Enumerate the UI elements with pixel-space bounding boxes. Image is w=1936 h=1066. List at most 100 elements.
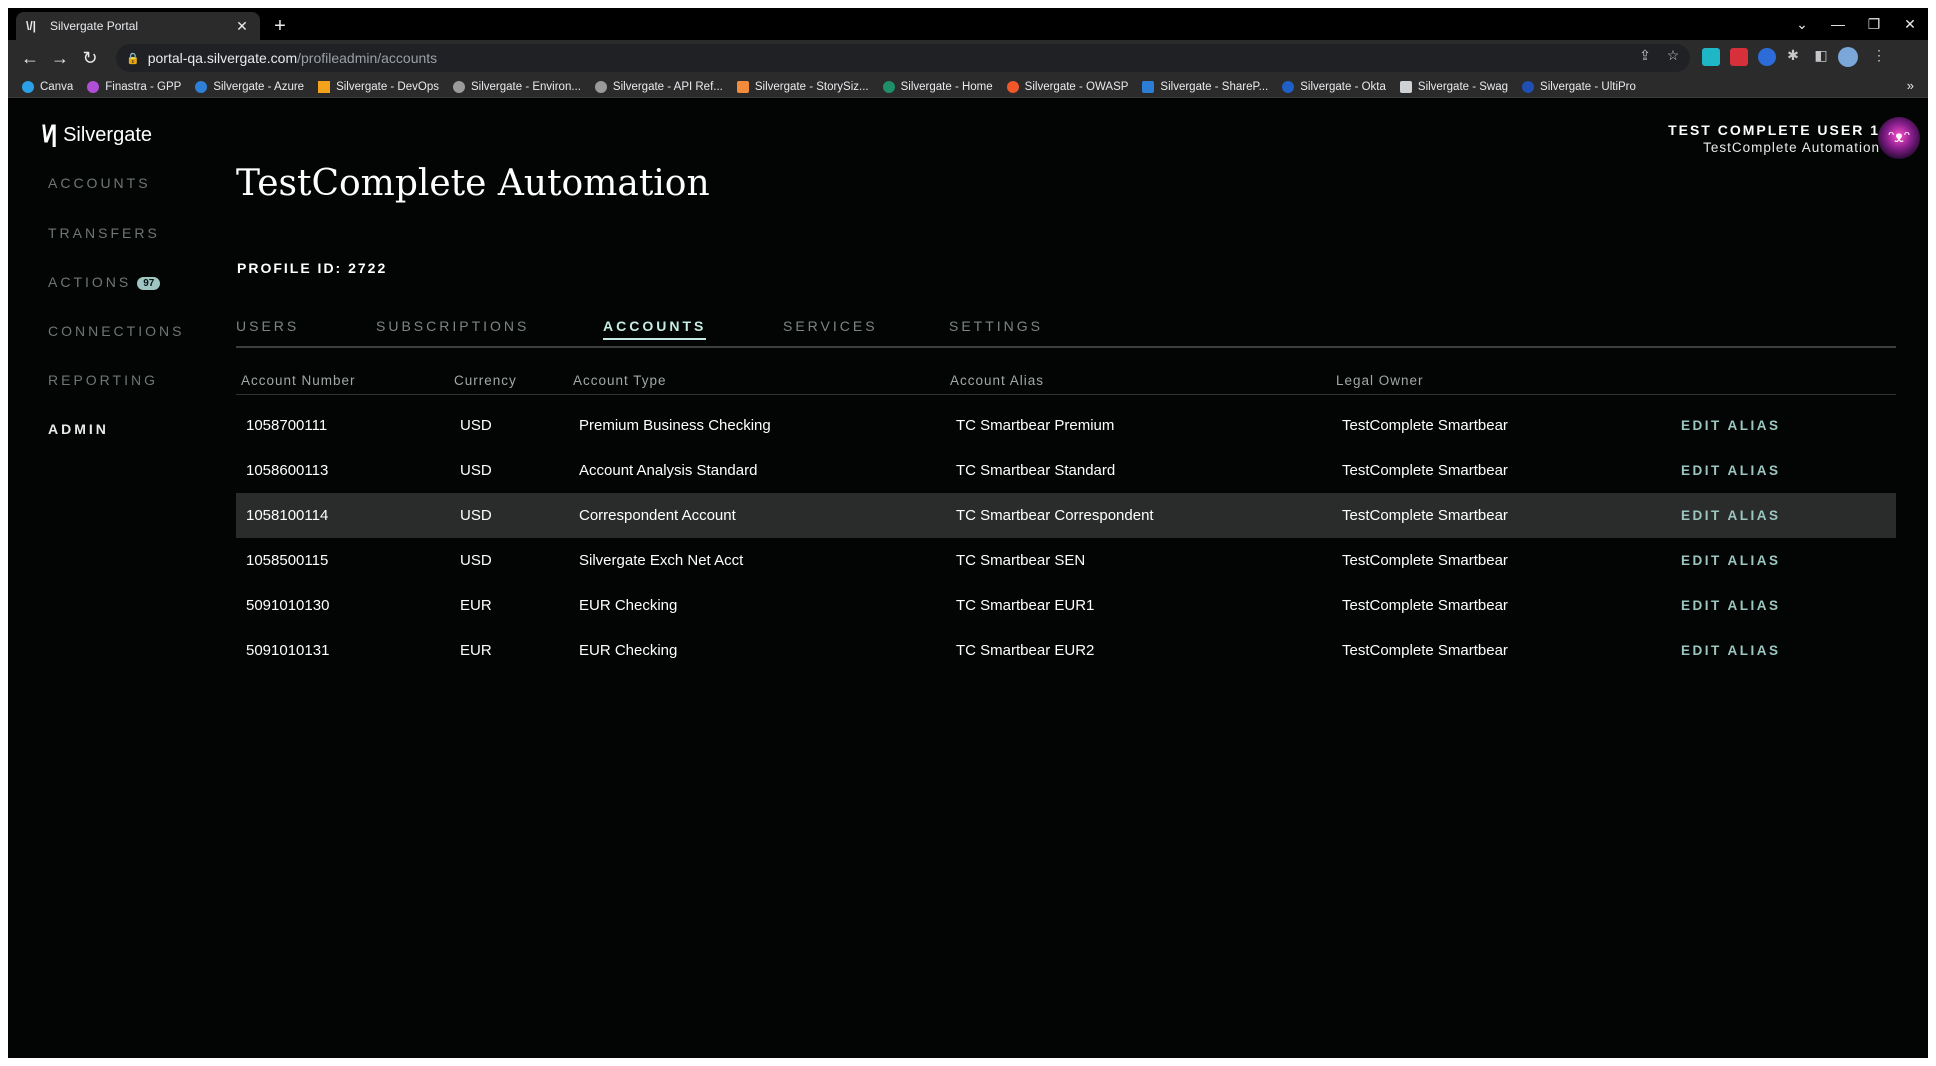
table-row[interactable]: 5091010131 EUR EUR Checking TC Smartbear… <box>236 628 1896 673</box>
back-button[interactable]: ← <box>18 46 42 70</box>
bookmark-item[interactable]: Silvergate - Azure <box>195 80 304 93</box>
table-row[interactable]: 5091010130 EUR EUR Checking TC Smartbear… <box>236 583 1896 628</box>
restore-button[interactable]: ❐ <box>1856 12 1892 36</box>
portal-page: \/| Silvergate ACCOUNTS TRANSFERS ACTION… <box>8 99 1928 1066</box>
account-type: EUR Checking <box>579 642 678 659</box>
bookmark-item[interactable]: Silvergate - StorySiz... <box>736 80 869 93</box>
bookmark-item[interactable]: Silvergate - Home <box>882 80 993 93</box>
tab-settings[interactable]: SETTINGS <box>949 318 1043 338</box>
minimize-button[interactable]: — <box>1820 12 1856 36</box>
currency: USD <box>460 417 492 434</box>
edit-alias-button[interactable]: EDIT ALIAS <box>1681 508 1781 523</box>
header-account-number[interactable]: Account Number <box>241 373 356 388</box>
bookmarks-bar: Canva Finastra - GPP Silvergate - Azure … <box>8 76 1928 98</box>
tab-strip: \/| Silvergate Portal ✕ + ⌄ — ❐ ✕ <box>8 8 1928 40</box>
bookmark-favicon-icon <box>22 80 34 93</box>
table-row[interactable]: 1058600113 USD Account Analysis Standard… <box>236 448 1896 493</box>
taskbar-edge <box>0 1058 1936 1066</box>
account-type: EUR Checking <box>579 597 678 614</box>
tab-services[interactable]: SERVICES <box>783 318 878 338</box>
legal-owner: TestComplete Smartbear <box>1342 462 1508 479</box>
legal-owner: TestComplete Smartbear <box>1342 417 1508 434</box>
user-menu[interactable]: TEST COMPLETE USER 1 TestComplete Automa… <box>1668 122 1880 155</box>
extension-icon[interactable] <box>1758 48 1776 66</box>
extensions-puzzle-icon[interactable]: ✱ <box>1784 46 1802 64</box>
bookmark-favicon-icon <box>195 80 208 93</box>
bookmark-favicon-icon <box>452 80 465 93</box>
bookmark-star-icon[interactable]: ☆ <box>1664 46 1682 64</box>
bookmark-item[interactable]: Finastra - GPP <box>87 80 181 93</box>
header-legal-owner[interactable]: Legal Owner <box>1336 373 1424 388</box>
nav-connections[interactable]: CONNECTIONS <box>48 323 184 339</box>
tab-subscriptions[interactable]: SUBSCRIPTIONS <box>376 318 529 338</box>
url-path: /profileadmin/accounts <box>297 50 438 66</box>
nav-reporting[interactable]: REPORTING <box>48 372 158 388</box>
avatar-image-icon: ᵔᴥᵔ <box>1888 129 1910 146</box>
bookmark-favicon-icon <box>736 80 749 93</box>
bookmark-item[interactable]: Canva <box>22 80 73 93</box>
nav-accounts[interactable]: ACCOUNTS <box>48 175 151 191</box>
table-header: Account Number Currency Account Type Acc… <box>236 367 1896 395</box>
forward-button[interactable]: → <box>48 46 72 70</box>
menu-kebab-icon[interactable]: ⋮ <box>1870 46 1888 64</box>
edit-alias-button[interactable]: EDIT ALIAS <box>1681 598 1781 613</box>
table-row[interactable]: 1058500115 USD Silvergate Exch Net Acct … <box>236 538 1896 583</box>
bookmark-item[interactable]: Silvergate - Environ... <box>452 80 581 93</box>
account-alias: TC Smartbear SEN <box>956 552 1086 569</box>
bookmark-item[interactable]: Silvergate - API Ref... <box>594 80 723 93</box>
tab-accounts[interactable]: ACCOUNTS <box>603 318 707 340</box>
bookmark-item[interactable]: Silvergate - OWASP <box>1006 80 1128 93</box>
nav-actions-label: ACTIONS <box>48 274 132 290</box>
currency: USD <box>460 507 492 524</box>
extension-icon[interactable] <box>1702 48 1720 66</box>
account-alias: TC Smartbear EUR2 <box>956 642 1095 659</box>
bookmark-item[interactable]: Silvergate - ShareP... <box>1142 80 1268 93</box>
tab-search-icon[interactable]: ⌄ <box>1784 12 1820 36</box>
nav-actions[interactable]: ACTIONS 97 <box>48 274 161 290</box>
account-alias: TC Smartbear Correspondent <box>956 507 1154 524</box>
header-currency[interactable]: Currency <box>454 373 517 388</box>
edit-alias-button[interactable]: EDIT ALIAS <box>1681 643 1781 658</box>
account-number: 1058100114 <box>246 507 329 524</box>
profile-tabs: USERS SUBSCRIPTIONS ACCOUNTS SERVICES SE… <box>236 318 1896 348</box>
browser-tab[interactable]: \/| Silvergate Portal ✕ <box>16 12 260 40</box>
bookmark-favicon-icon <box>594 80 607 93</box>
table-row[interactable]: 1058700111 USD Premium Business Checking… <box>236 403 1896 448</box>
reload-button[interactable]: ↻ <box>78 46 102 70</box>
profile-avatar-icon[interactable] <box>1838 47 1858 67</box>
bookmarks-overflow-button[interactable]: » <box>1907 78 1914 93</box>
address-bar[interactable]: 🔒 portal-qa.silvergate.com /profileadmin… <box>116 44 1690 72</box>
tab-users[interactable]: USERS <box>236 318 299 338</box>
new-tab-button[interactable]: + <box>268 14 292 38</box>
side-panel-icon[interactable]: ◧ <box>1812 46 1830 64</box>
edit-alias-button[interactable]: EDIT ALIAS <box>1681 418 1781 433</box>
close-window-button[interactable]: ✕ <box>1892 12 1928 36</box>
avatar[interactable]: ᵔᴥᵔ <box>1878 117 1920 159</box>
account-type: Silvergate Exch Net Acct <box>579 552 744 569</box>
account-number: 1058600113 <box>246 462 329 479</box>
nav-transfers[interactable]: TRANSFERS <box>48 225 160 241</box>
share-icon[interactable]: ⇪ <box>1636 46 1654 64</box>
bookmark-item[interactable]: Silvergate - Okta <box>1282 80 1386 93</box>
tab-close-icon[interactable]: ✕ <box>234 18 250 35</box>
legal-owner: TestComplete Smartbear <box>1342 597 1508 614</box>
edit-alias-button[interactable]: EDIT ALIAS <box>1681 553 1781 568</box>
nav-admin[interactable]: ADMIN <box>48 421 109 437</box>
extension-icon[interactable] <box>1730 48 1748 66</box>
tab-title: Silvergate Portal <box>50 19 139 33</box>
bookmark-item[interactable]: Silvergate - Swag <box>1399 80 1508 93</box>
account-alias: TC Smartbear EUR1 <box>956 597 1095 614</box>
header-account-alias[interactable]: Account Alias <box>950 373 1044 388</box>
bookmark-item[interactable]: Silvergate - UltiPro <box>1522 80 1636 93</box>
bookmark-item[interactable]: Silvergate - DevOps <box>318 80 439 93</box>
legal-owner: TestComplete Smartbear <box>1342 642 1508 659</box>
currency: USD <box>460 552 492 569</box>
bookmark-favicon-icon <box>87 80 100 93</box>
bookmark-favicon-icon <box>1522 80 1535 93</box>
edit-alias-button[interactable]: EDIT ALIAS <box>1681 463 1781 478</box>
browser-toolbar: ← → ↻ 🔒 portal-qa.silvergate.com /profil… <box>8 40 1928 76</box>
browser-window: \/| Silvergate Portal ✕ + ⌄ — ❐ ✕ ← → ↻ … <box>8 8 1928 1066</box>
table-row[interactable]: 1058100114 USD Correspondent Account TC … <box>236 493 1896 538</box>
silvergate-logo[interactable]: \/| Silvergate <box>41 121 152 149</box>
header-account-type[interactable]: Account Type <box>573 373 667 388</box>
